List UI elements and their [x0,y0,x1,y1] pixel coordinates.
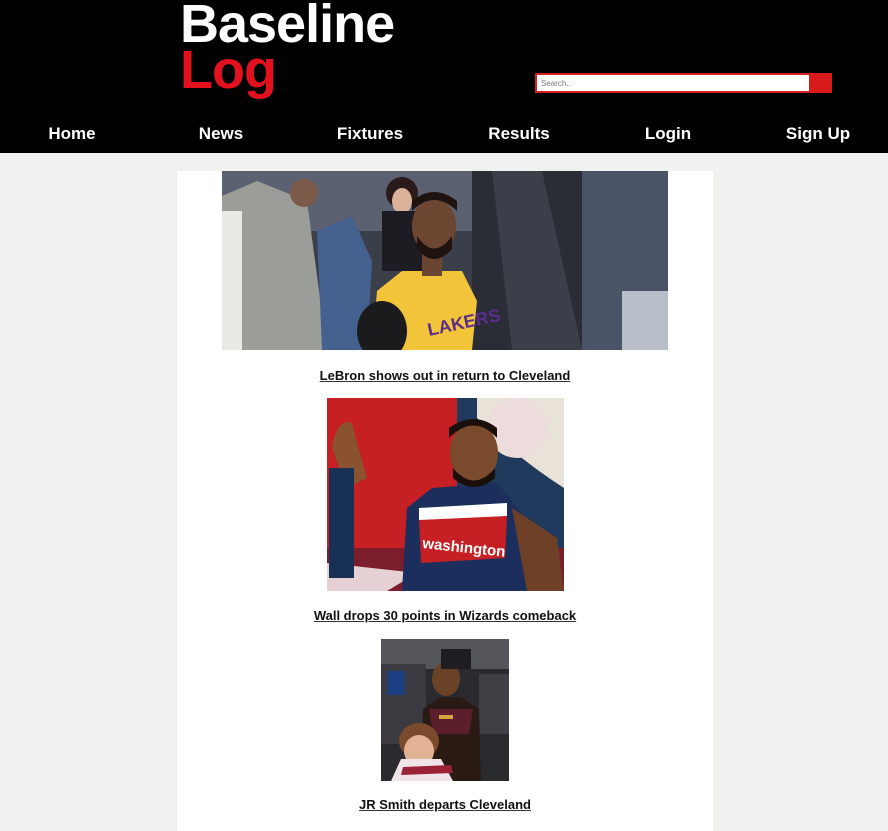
nav-login[interactable]: Login [645,124,691,144]
article-title-link[interactable]: JR Smith departs Cleveland [177,797,713,812]
nav-fixtures[interactable]: Fixtures [337,124,403,144]
search-bar [535,73,832,93]
article-card: LAKERS LeBron shows out in return to Cle… [177,171,713,386]
site-logo[interactable]: Baseline Log [180,0,430,110]
article-card: washington 7 Wall drops 30 points in Wiz… [177,398,713,630]
article-title-link[interactable]: LeBron shows out in return to Cleveland [177,368,713,383]
logo-line2: Log [180,40,277,100]
svg-text:7: 7 [432,563,444,588]
news-feed: LAKERS LeBron shows out in return to Cle… [177,171,713,831]
nav-results[interactable]: Results [488,124,549,144]
article-title-link[interactable]: Wall drops 30 points in Wizards comeback [177,608,713,623]
lebron-photo[interactable]: LAKERS [222,171,668,350]
search-input[interactable] [535,73,814,93]
nav-news[interactable]: News [199,124,243,144]
nav-signup[interactable]: Sign Up [786,124,850,144]
site-header: Baseline Log Home News Fixtures Results … [0,0,888,153]
nav-home[interactable]: Home [48,124,95,144]
main-nav: Home News Fixtures Results Login Sign Up [0,124,888,153]
article-card: JR Smith departs Cleveland [177,639,713,829]
wall-photo[interactable]: washington 7 [327,398,564,591]
jr-smith-photo[interactable] [381,639,509,781]
search-button[interactable] [809,73,832,93]
